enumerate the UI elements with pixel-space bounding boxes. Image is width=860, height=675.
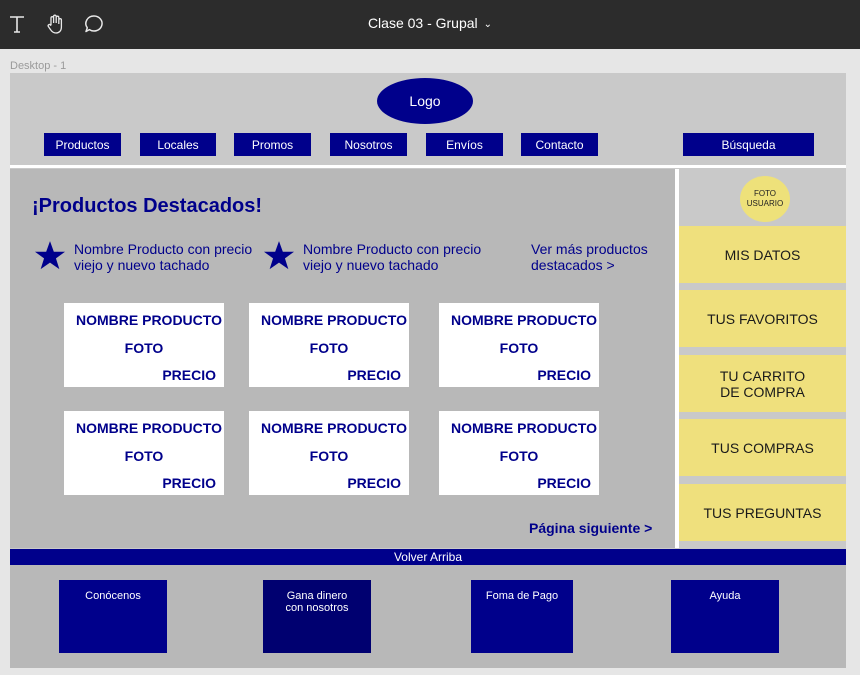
sidebar-item-label: TUS COMPRAS — [711, 439, 814, 456]
product-card[interactable]: NOMBRE PRODUCTO FOTO PRECIO — [249, 303, 409, 387]
featured-product-line: Nombre Producto con precio — [303, 241, 482, 257]
footer-link-forma-pago[interactable]: Foma de Pago — [471, 580, 573, 653]
footer-link-label: con nosotros — [285, 602, 349, 614]
product-name: NOMBRE PRODUCTO — [261, 420, 407, 436]
footer-link-conocenos[interactable]: Conócenos — [59, 580, 167, 653]
document-title[interactable]: Clase 03 - Grupal ⌄ — [0, 15, 860, 31]
product-price: PRECIO — [162, 367, 216, 383]
sidebar-item-compras[interactable]: TUS COMPRAS — [679, 419, 846, 476]
sidebar-item-label: TU CARRITO — [719, 367, 806, 384]
nav-contacto[interactable]: Contacto — [521, 133, 598, 156]
product-name: NOMBRE PRODUCTO — [451, 312, 597, 328]
product-name: NOMBRE PRODUCTO — [76, 420, 222, 436]
product-photo: FOTO — [309, 448, 349, 464]
page-title: ¡Productos Destacados! — [32, 195, 263, 217]
sidebar-item-mis-datos[interactable]: MIS DATOS — [679, 226, 846, 283]
product-card[interactable]: NOMBRE PRODUCTO FOTO PRECIO — [64, 411, 224, 495]
product-photo: FOTO — [309, 340, 349, 356]
sidebar-item-label: TUS PREGUNTAS — [703, 504, 822, 521]
featured-product[interactable]: Nombre Producto con precio viejo y nuevo… — [32, 241, 252, 273]
site-header: Logo Productos Locales Promos Nosotros E… — [10, 73, 846, 165]
see-more-line: destacados > — [531, 257, 615, 273]
product-price: PRECIO — [162, 475, 216, 491]
document-title-text: Clase 03 - Grupal — [367, 15, 478, 31]
main-content: ¡Productos Destacados! Nombre Producto c… — [10, 169, 675, 548]
sidebar-item-label: TUS FAVORITOS — [707, 310, 818, 327]
product-name: NOMBRE PRODUCTO — [451, 420, 597, 436]
footer-link-ayuda[interactable]: Ayuda — [671, 580, 779, 653]
star-icon — [263, 241, 295, 270]
nav-productos[interactable]: Productos — [44, 133, 121, 156]
user-sidebar: FOTO USUARIO MIS DATOS TUS FAVORITOS TU … — [679, 169, 846, 548]
product-name: NOMBRE PRODUCTO — [76, 312, 222, 328]
nav-locales[interactable]: Locales — [140, 133, 216, 156]
nav-promos[interactable]: Promos — [234, 133, 311, 156]
footer-link-gana-dinero[interactable]: Gana dinero con nosotros — [263, 580, 371, 653]
footer-link-label: Ayuda — [709, 590, 741, 602]
featured-product-line: viejo y nuevo tachado — [303, 257, 439, 273]
featured-product-line: Nombre Producto con precio — [74, 241, 253, 257]
footer-link-label: Foma de Pago — [485, 590, 559, 602]
avatar-line: USUARIO — [746, 199, 784, 208]
avatar[interactable]: FOTO USUARIO — [740, 176, 790, 222]
product-price: PRECIO — [537, 367, 591, 383]
nav-envios[interactable]: Envíos — [426, 133, 503, 156]
product-price: PRECIO — [347, 367, 401, 383]
desktop-frame: Logo Productos Locales Promos Nosotros E… — [10, 73, 846, 668]
search-button[interactable]: Búsqueda — [683, 133, 814, 156]
sidebar-item-carrito[interactable]: TU CARRITO DE COMPRA — [679, 355, 846, 412]
sidebar-item-label: DE COMPRA — [720, 383, 805, 400]
editor-toolbar: Clase 03 - Grupal ⌄ — [0, 0, 860, 49]
header-divider — [10, 165, 846, 168]
sidebar-item-favoritos[interactable]: TUS FAVORITOS — [679, 290, 846, 347]
logo[interactable]: Logo — [377, 78, 473, 124]
product-card[interactable]: NOMBRE PRODUCTO FOTO PRECIO — [249, 411, 409, 495]
product-price: PRECIO — [347, 475, 401, 491]
site-footer: Conócenos Gana dinero con nosotros Foma … — [10, 565, 846, 668]
product-card[interactable]: NOMBRE PRODUCTO FOTO PRECIO — [439, 411, 599, 495]
featured-product-text: Nombre Producto con precio viejo y nuevo… — [303, 241, 481, 273]
sidebar-item-preguntas[interactable]: TUS PREGUNTAS — [679, 484, 846, 541]
featured-product-text: Nombre Producto con precio viejo y nuevo… — [74, 241, 252, 273]
see-more-link[interactable]: Ver más productos destacados > — [531, 241, 648, 273]
product-card[interactable]: NOMBRE PRODUCTO FOTO PRECIO — [64, 303, 224, 387]
product-photo: FOTO — [124, 448, 164, 464]
product-photo: FOTO — [124, 340, 164, 356]
star-icon — [34, 241, 66, 270]
product-price: PRECIO — [537, 475, 591, 491]
product-card[interactable]: NOMBRE PRODUCTO FOTO PRECIO — [439, 303, 599, 387]
sidebar-item-label: MIS DATOS — [724, 246, 801, 263]
see-more-line: Ver más productos — [531, 241, 648, 257]
chevron-down-icon: ⌄ — [483, 19, 493, 30]
featured-product-line: viejo y nuevo tachado — [74, 257, 210, 273]
avatar-line: FOTO — [753, 189, 777, 198]
nav-nosotros[interactable]: Nosotros — [330, 133, 407, 156]
footer-link-label: Gana dinero — [286, 590, 348, 602]
product-photo: FOTO — [499, 340, 539, 356]
back-to-top-button[interactable]: Volver Arriba — [10, 549, 846, 565]
product-photo: FOTO — [499, 448, 539, 464]
frame-label[interactable]: Desktop - 1 — [10, 60, 66, 72]
footer-link-label: Conócenos — [85, 590, 141, 602]
featured-product[interactable]: Nombre Producto con precio viejo y nuevo… — [261, 241, 481, 273]
next-page-link[interactable]: Página siguiente > — [529, 520, 652, 536]
product-name: NOMBRE PRODUCTO — [261, 312, 407, 328]
